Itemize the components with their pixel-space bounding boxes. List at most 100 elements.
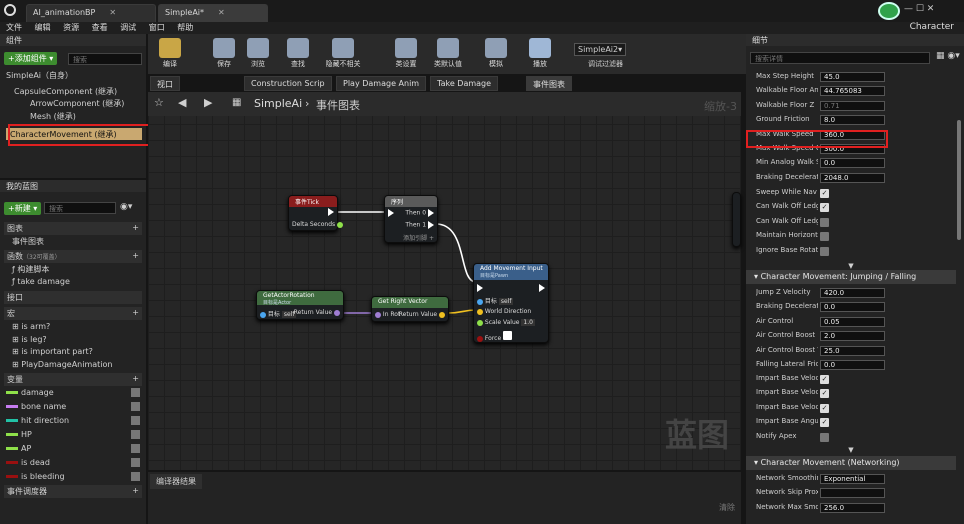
variable-item[interactable]: hit direction	[6, 416, 140, 425]
macro-item[interactable]: ⊞ is important part?	[12, 347, 93, 356]
visibility-eye-icon[interactable]	[131, 388, 140, 397]
variable-item[interactable]: damage	[6, 388, 140, 397]
property-value-input[interactable]: 25.0	[820, 345, 885, 356]
add-icon[interactable]: +	[132, 251, 139, 260]
add-icon[interactable]: +	[132, 308, 139, 317]
property-checkbox[interactable]: ✓	[820, 375, 829, 384]
visibility-eye-icon[interactable]	[131, 430, 140, 439]
return-value-pin[interactable]: Return Value	[399, 311, 445, 318]
property-value-input[interactable]	[820, 488, 885, 499]
tab-take-damage[interactable]: Take Damage	[430, 76, 499, 91]
simulate-button[interactable]: 模拟	[476, 34, 516, 74]
component-item-arrow[interactable]: ArrowComponent (继承)	[30, 98, 124, 109]
play-button[interactable]: 播放	[520, 34, 560, 74]
window-controls[interactable]: — ☐ ✕	[904, 4, 934, 14]
browse-button[interactable]: 浏览	[238, 34, 278, 74]
property-value-input[interactable]: 2.0	[820, 331, 885, 342]
menu-file[interactable]: 文件	[6, 23, 22, 32]
tab-event-graph[interactable]: 事件图表	[526, 76, 572, 91]
node-get-actor-rotation[interactable]: GetActorRotation 目标是Actor 目标 self Return …	[256, 290, 344, 320]
then-0-pin[interactable]: Then 0	[405, 209, 434, 217]
tab-viewport[interactable]: 视口	[150, 76, 180, 91]
node-offscreen[interactable]	[732, 192, 741, 247]
details-scrollbar[interactable]	[957, 120, 961, 240]
component-item-mesh[interactable]: Mesh (继承)	[30, 111, 76, 122]
add-icon[interactable]: +	[132, 486, 139, 495]
close-icon[interactable]: ✕	[218, 8, 225, 17]
visibility-eye-icon[interactable]	[131, 444, 140, 453]
exec-out-pin[interactable]	[328, 208, 334, 216]
add-component-button[interactable]: +添加组件 ▾	[4, 52, 58, 65]
target-pin[interactable]: 目标 self	[477, 296, 514, 305]
section-functions[interactable]: 函数（32可覆盖） +	[4, 250, 142, 263]
property-value-input[interactable]: 0.0	[820, 158, 885, 169]
exec-in-pin[interactable]	[477, 284, 483, 292]
visibility-eye-icon[interactable]	[131, 472, 140, 481]
class-defaults-button[interactable]: 类默认值	[428, 34, 468, 74]
function-item[interactable]: ƒ take damage	[12, 277, 70, 286]
hide-unrelated-button[interactable]: 隐藏不相关	[320, 34, 366, 74]
component-item-self[interactable]: SimpleAi（自身）	[6, 70, 73, 81]
new-button[interactable]: +新建 ▾	[4, 202, 42, 215]
variable-item[interactable]: HP	[6, 430, 140, 439]
variable-item[interactable]: is dead	[6, 458, 140, 467]
section-graphs[interactable]: 图表 +	[4, 222, 142, 235]
graph-item-event-graph[interactable]: 事件图表	[12, 236, 44, 247]
scale-value-pin[interactable]: Scale Value 1.0	[477, 319, 535, 326]
variable-item[interactable]: bone name	[6, 402, 140, 411]
close-icon[interactable]: ✕	[109, 8, 116, 17]
exec-in-pin[interactable]	[388, 209, 394, 217]
visibility-eye-icon[interactable]	[131, 416, 140, 425]
menu-edit[interactable]: 编辑	[35, 23, 51, 32]
world-direction-pin[interactable]: World Direction	[477, 308, 531, 315]
property-checkbox[interactable]: ✓	[820, 403, 829, 413]
property-checkbox[interactable]	[820, 432, 829, 442]
property-value-input[interactable]: 0.71	[820, 100, 885, 111]
menu-view[interactable]: 查看	[92, 23, 108, 32]
visibility-eye-icon[interactable]	[131, 402, 140, 411]
node-add-movement-input[interactable]: Add Movement Input 目标是Pawn 目标 self World …	[473, 263, 549, 343]
expand-arrow-icon[interactable]: ▼	[746, 446, 956, 454]
blueprint-search-input[interactable]: 搜索	[44, 202, 116, 214]
compile-button[interactable]: 编译	[150, 34, 190, 74]
add-icon[interactable]: +	[132, 374, 139, 383]
section-event-dispatchers[interactable]: 事件调度器 +	[4, 485, 142, 498]
visibility-eye-icon[interactable]	[131, 458, 140, 467]
force-checkbox[interactable]	[503, 331, 513, 340]
property-value-input[interactable]: 0.0	[820, 360, 885, 370]
tab-construction-script[interactable]: Construction Scrip	[244, 76, 332, 91]
menu-assets[interactable]: 资源	[63, 23, 79, 32]
variable-item[interactable]: is bleeding	[6, 472, 140, 481]
property-checkbox[interactable]: ✓	[820, 389, 829, 399]
blueprint-graph[interactable]: ☆ ◀ ▶ ▦ SimpleAi › 事件图表 缩放-3 蓝图 事件Tick D…	[148, 92, 741, 470]
variable-item[interactable]: AP	[6, 444, 140, 453]
class-settings-button[interactable]: 类设置	[386, 34, 426, 74]
property-value-input[interactable]: Exponential	[820, 474, 885, 484]
find-button[interactable]: 查找	[278, 34, 318, 74]
property-checkbox[interactable]	[820, 217, 829, 227]
compiler-results-tab[interactable]: 编译器结果	[150, 474, 202, 489]
property-value-input[interactable]: 0.0	[820, 302, 885, 313]
pin-value[interactable]: 1.0	[521, 319, 535, 326]
property-value-input[interactable]: 45.0	[820, 72, 885, 82]
property-value-input[interactable]: 420.0	[820, 288, 885, 298]
property-value-input[interactable]: 8.0	[820, 115, 885, 126]
property-value-input[interactable]: 44.765083	[820, 86, 885, 97]
target-pin[interactable]: 目标 self	[260, 309, 297, 318]
source-control-icon[interactable]	[878, 2, 900, 20]
expand-arrow-icon[interactable]: ▼	[746, 262, 956, 270]
tab-simple-ai[interactable]: SimpleAi* ✕	[158, 4, 268, 22]
menu-help[interactable]: 帮助	[177, 23, 193, 32]
function-item[interactable]: ƒ 构建脚本	[12, 264, 49, 275]
section-networking[interactable]: ▾ Character Movement (Networking)	[746, 456, 956, 470]
add-icon[interactable]: +	[132, 223, 139, 232]
section-interfaces[interactable]: 接口	[4, 291, 142, 304]
macro-item[interactable]: ⊞ is leg?	[12, 335, 47, 344]
menu-debug[interactable]: 调试	[120, 23, 136, 32]
view-options-icon[interactable]: ▦ ◉▾	[936, 51, 960, 61]
property-checkbox[interactable]	[820, 232, 829, 242]
property-value-input[interactable]: 2048.0	[820, 172, 885, 183]
node-sequence[interactable]: 序列 Then 0 Then 1 添加引脚 +	[384, 195, 438, 243]
eye-icon[interactable]: ◉▾	[120, 202, 132, 212]
property-checkbox[interactable]: ✓	[820, 203, 829, 213]
